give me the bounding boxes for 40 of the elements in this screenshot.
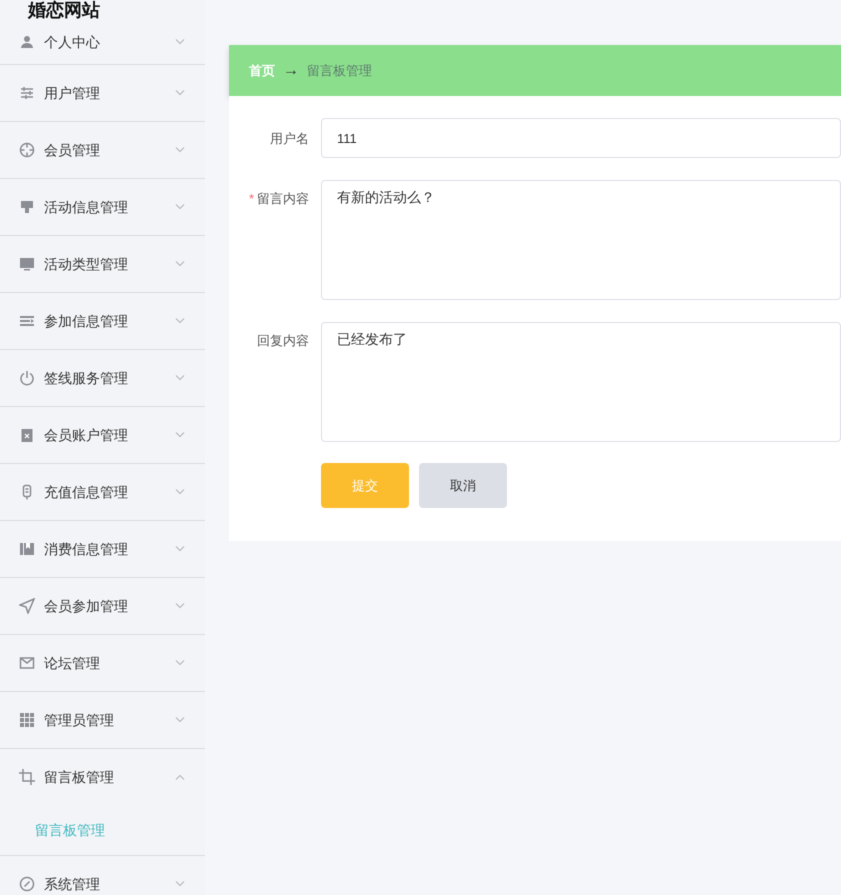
flag-icon [19, 199, 35, 215]
monitor-icon [19, 256, 35, 272]
text-area[interactable]: 已经发布了 [321, 322, 841, 442]
compass-icon [19, 876, 35, 892]
sidebar-menu-item[interactable]: 会员管理 [0, 122, 205, 178]
field-label: 留言内容 [257, 190, 309, 208]
book-icon [19, 541, 35, 557]
cancel-button[interactable]: 取消 [419, 463, 507, 508]
sidebar-menu-item[interactable]: 会员账户管理 [0, 407, 205, 463]
list-icon [19, 313, 35, 329]
sidebar-menu-item[interactable]: 参加信息管理 [0, 293, 205, 349]
sidebar-menu-item[interactable]: 管理员管理 [0, 692, 205, 748]
clipboard-icon [19, 427, 35, 443]
sidebar-menu-item[interactable]: 留言板管理 [0, 749, 205, 805]
breadcrumb-current: 留言板管理 [307, 62, 372, 80]
power-icon [19, 370, 35, 386]
sidebar-menu-item[interactable]: 会员参加管理 [0, 578, 205, 634]
field-label: 用户名 [270, 130, 309, 148]
text-area[interactable]: 有新的活动么？ [321, 180, 841, 300]
mail-icon [19, 655, 35, 671]
crop-icon [19, 769, 35, 785]
required-mark: * [248, 190, 254, 208]
sidebar-menu-item[interactable]: 系统管理 [0, 856, 205, 895]
sidebar-menu-item[interactable]: 用户管理 [0, 65, 205, 121]
field-label: 回复内容 [257, 332, 309, 350]
breadcrumb-separator: → [283, 60, 299, 80]
grid-icon [19, 712, 35, 728]
send-icon [19, 598, 35, 614]
sidebar-menu-item[interactable]: 签线服务管理 [0, 350, 205, 406]
crosshair-icon [19, 142, 35, 158]
site-title: 婚恋网站 [26, 0, 101, 20]
sidebar-menu-item[interactable]: 充值信息管理 [0, 464, 205, 520]
sidebar-menu-item[interactable]: 论坛管理 [0, 635, 205, 691]
sidebar-menu-item[interactable]: 活动信息管理 [0, 179, 205, 235]
user-icon [19, 34, 35, 50]
sidebar-menu-item[interactable]: 个人中心 [0, 20, 205, 64]
sidebar-menu-item[interactable]: 活动类型管理 [0, 236, 205, 292]
sliders-icon [19, 85, 35, 101]
sidebar-menu-item[interactable]: 消费信息管理 [0, 521, 205, 577]
input-field[interactable]: 111 [321, 118, 841, 158]
